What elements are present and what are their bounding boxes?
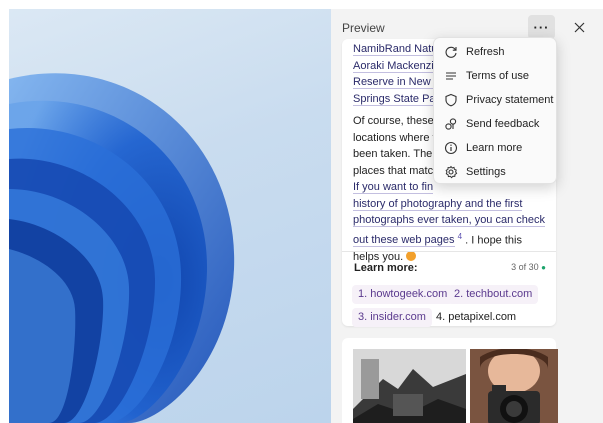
source-link-howtogeek[interactable]: 1. howtogeek.com: [352, 285, 454, 304]
answer-line: helps you.: [353, 250, 404, 263]
answer-link[interactable]: If you want to fin: [353, 181, 434, 194]
image-card: [342, 338, 558, 423]
menu-item-settings[interactable]: Settings: [434, 160, 556, 184]
answer-link[interactable]: Springs State Par: [353, 92, 440, 106]
divider: [342, 251, 556, 252]
close-icon: [574, 22, 584, 32]
bloom-graphic: [9, 73, 235, 423]
smile-emoji-icon: [406, 250, 417, 261]
more-options-button[interactable]: ···: [528, 15, 555, 39]
answer-line: . I hope this: [462, 234, 522, 247]
feedback-icon: [442, 115, 460, 133]
answer-link[interactable]: NamibRand Natu: [353, 43, 438, 56]
answer-line: Of course, these a: [353, 115, 443, 127]
window-frame-left: [0, 0, 9, 423]
menu-item-learn-more[interactable]: Learn more: [434, 136, 556, 160]
desktop-wallpaper: [9, 9, 331, 423]
menu-item-label: Send feedback: [466, 118, 540, 130]
learn-more-title: Learn more:: [354, 262, 418, 274]
source-count: 3 of 30 ●: [511, 262, 546, 272]
source-count-text: 3 of 30: [511, 262, 539, 272]
list-icon: [442, 67, 460, 85]
gear-icon: [442, 163, 460, 181]
menu-item-terms-of-use[interactable]: Terms of use: [434, 64, 556, 88]
answer-line: places that match: [353, 164, 440, 177]
source-link-techbout[interactable]: 2. techbout.com: [448, 285, 539, 304]
window-frame-top: [0, 0, 603, 9]
historic-photo-image[interactable]: [353, 349, 466, 423]
close-button[interactable]: [567, 15, 591, 39]
answer-link[interactable]: Reserve in New Z: [353, 76, 441, 89]
menu-item-label: Privacy statement: [466, 94, 554, 106]
info-icon: [442, 139, 460, 157]
camera-photo-image[interactable]: [470, 349, 558, 423]
answer-link[interactable]: photographs ever taken, you can check: [353, 214, 546, 227]
screen: Preview ··· NamibRand Natu Aoraki Macken…: [0, 0, 603, 423]
menu-item-label: Terms of use: [466, 70, 529, 82]
answer-link[interactable]: history of photography and the first: [353, 197, 523, 211]
menu-item-label: Refresh: [466, 46, 505, 58]
status-dot-icon: ●: [541, 263, 546, 272]
answer-link[interactable]: out these web pages: [353, 234, 455, 248]
more-options-menu: Refresh Terms of use Privacy statement S…: [433, 37, 557, 184]
panel-title: Preview: [342, 21, 385, 35]
more-icon: ···: [533, 19, 550, 35]
answer-line: been taken. There: [353, 148, 443, 160]
source-link-petapixel[interactable]: 4. petapixel.com: [430, 308, 522, 327]
menu-item-send-feedback[interactable]: Send feedback: [434, 112, 556, 136]
historic-photo-graphic: [353, 349, 466, 423]
source-link-insider[interactable]: 3. insider.com: [352, 308, 432, 327]
menu-item-label: Settings: [466, 166, 506, 178]
menu-item-refresh[interactable]: Refresh: [434, 40, 556, 64]
camera-photo-graphic: [470, 349, 558, 423]
menu-item-label: Learn more: [466, 142, 523, 154]
answer-line: locations where t: [353, 131, 436, 144]
shield-icon: [442, 91, 460, 109]
refresh-icon: [442, 43, 460, 61]
answer-link[interactable]: Aoraki Mackenzie: [353, 59, 440, 73]
menu-item-privacy-statement[interactable]: Privacy statement: [434, 88, 556, 112]
